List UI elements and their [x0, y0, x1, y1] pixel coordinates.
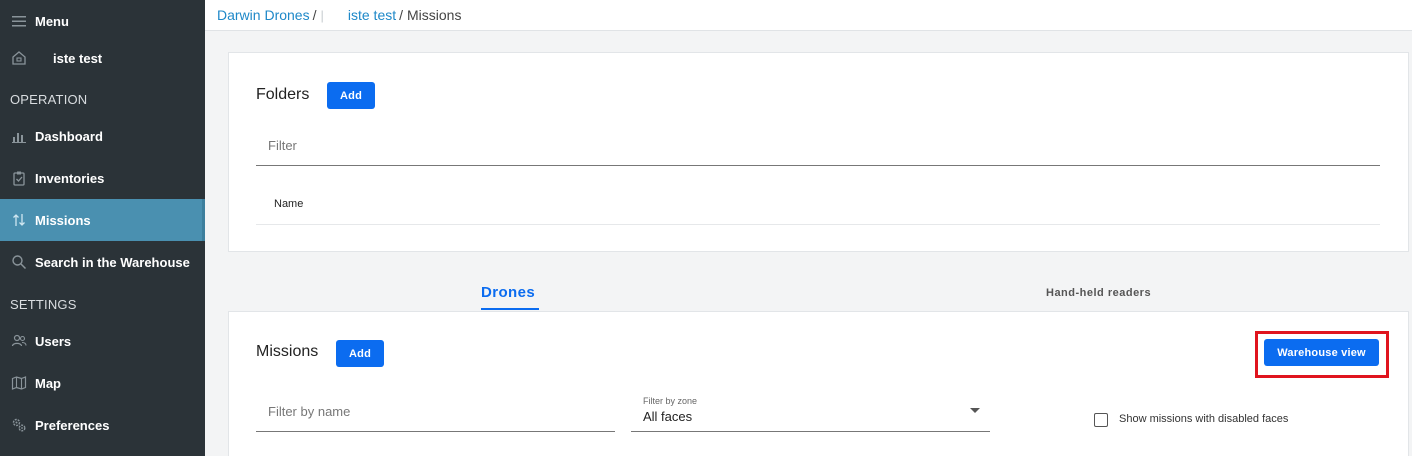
sidebar-item-label: Preferences: [35, 417, 110, 433]
show-disabled-faces-checkbox[interactable]: [1094, 413, 1108, 427]
breadcrumb-pipe: |: [320, 7, 324, 23]
sidebar-item-preferences[interactable]: Preferences: [0, 404, 205, 446]
sidebar-item-users[interactable]: Users: [0, 320, 205, 362]
breadcrumb-current: Missions: [407, 7, 462, 23]
sidebar-item-label: Inventories: [35, 170, 105, 186]
sidebar: Menu iste test OPERATION Dashboard Inven…: [0, 0, 205, 456]
sidebar-item-missions[interactable]: Missions: [0, 199, 205, 241]
folders-table-divider: [256, 224, 1380, 225]
zone-filter-value: All faces: [643, 409, 693, 424]
missions-card: Missions Add Filter by name Filter by zo…: [228, 311, 1409, 456]
clipboard-icon: [10, 170, 27, 187]
breadcrumb-org[interactable]: Darwin Drones: [217, 7, 310, 23]
sidebar-item-dashboard[interactable]: Dashboard: [0, 115, 205, 157]
tab-drones-indicator: [481, 308, 539, 310]
map-icon: [10, 375, 27, 392]
missions-title: Missions: [256, 343, 319, 360]
column-header-name[interactable]: Name: [274, 198, 303, 210]
zone-filter-select[interactable]: Filter by zone All faces: [631, 392, 990, 432]
add-folder-button[interactable]: Add: [327, 82, 375, 109]
arrows-icon: [10, 212, 27, 229]
folder-filter-placeholder: Filter: [268, 138, 297, 153]
hamburger-icon: [10, 13, 27, 30]
add-mission-button[interactable]: Add: [336, 340, 384, 367]
breadcrumb-site[interactable]: iste test: [348, 7, 396, 23]
site-label: iste test: [53, 50, 103, 66]
chevron-down-icon: [970, 408, 980, 413]
sidebar-item-label: Dashboard: [35, 128, 103, 144]
section-operation: OPERATION: [10, 92, 88, 107]
gears-icon: [10, 417, 27, 434]
folder-filter-input[interactable]: Filter: [256, 127, 1380, 166]
folders-title: Folders: [256, 86, 310, 103]
breadcrumb-separator: /: [312, 7, 317, 23]
bar-chart-icon: [10, 128, 27, 145]
mission-name-filter-input[interactable]: Filter by name: [256, 392, 615, 432]
menu-toggle[interactable]: Menu: [0, 0, 205, 42]
sidebar-item-inventories[interactable]: Inventories: [0, 157, 205, 199]
warehouse-view-button[interactable]: Warehouse view: [1264, 339, 1379, 366]
breadcrumb-separator: /: [399, 7, 404, 23]
warehouse-icon: [10, 50, 27, 67]
breadcrumb: Darwin Drones / | iste test / Missions: [205, 0, 1412, 31]
tab-handheld-readers[interactable]: Hand-held readers: [1046, 287, 1151, 299]
site-selector[interactable]: iste test: [0, 37, 205, 79]
sidebar-item-label: Map: [35, 375, 61, 391]
menu-label: Menu: [35, 13, 69, 29]
tab-drones[interactable]: Drones: [481, 284, 535, 301]
section-settings: SETTINGS: [10, 297, 77, 312]
sidebar-item-label: Missions: [35, 212, 91, 228]
show-disabled-faces-label[interactable]: Show missions with disabled faces: [1119, 413, 1288, 425]
folders-card: Folders Add Filter Name: [228, 52, 1409, 252]
zone-filter-label: Filter by zone: [643, 396, 698, 406]
sidebar-item-search[interactable]: Search in the Warehouse: [0, 241, 205, 283]
search-icon: [10, 254, 27, 271]
sidebar-item-label: Search in the Warehouse: [35, 254, 190, 270]
mission-name-filter-placeholder: Filter by name: [268, 404, 351, 419]
sidebar-item-label: Users: [35, 333, 72, 349]
sidebar-item-map[interactable]: Map: [0, 362, 205, 404]
users-icon: [10, 333, 27, 350]
